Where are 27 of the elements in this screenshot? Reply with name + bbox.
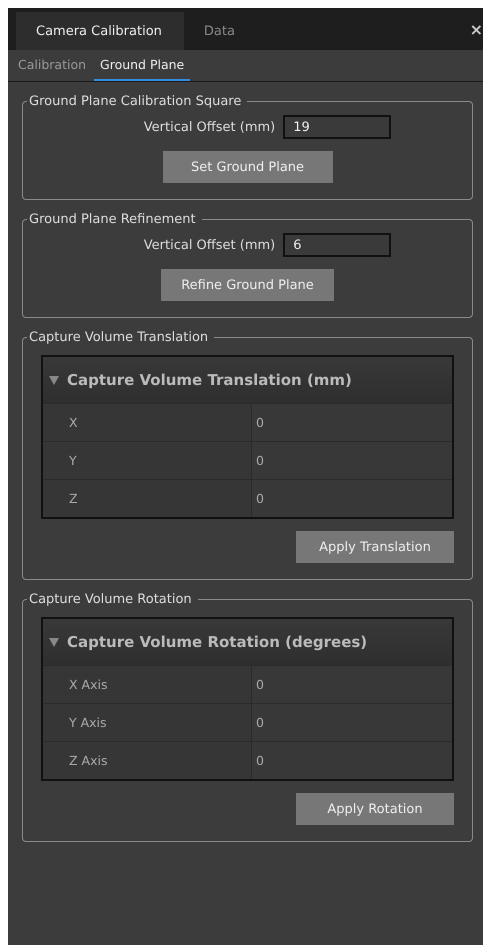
field-label: Vertical Offset (mm) (144, 238, 276, 252)
property-value[interactable]: 0 (251, 442, 452, 479)
table-header[interactable]: Capture Volume Rotation (degrees) (43, 619, 452, 665)
field-label: Vertical Offset (mm) (144, 120, 276, 134)
group-title: Ground Plane Refinement (28, 212, 197, 227)
sub-tab[interactable]: Ground Plane (94, 50, 190, 81)
offset-field[interactable]: 6 (283, 233, 392, 257)
tab[interactable]: Data (184, 12, 257, 50)
table-title: Capture Volume Translation (mm) (67, 371, 352, 389)
property-value[interactable]: 0 (251, 666, 452, 703)
group-title: Ground Plane Calibration Square (28, 94, 242, 109)
offset-field[interactable]: 19 (283, 115, 392, 139)
property-value[interactable]: 0 (251, 404, 452, 441)
group-title: Capture Volume Rotation (28, 592, 193, 607)
action-button[interactable]: Apply Rotation (296, 793, 454, 825)
action-button[interactable]: Apply Translation (296, 531, 454, 563)
table-header[interactable]: Capture Volume Translation (mm) (43, 357, 452, 403)
group-title: Capture Volume Translation (28, 330, 210, 345)
table-title: Capture Volume Rotation (degrees) (67, 633, 368, 651)
action-button[interactable]: Refine Ground Plane (161, 269, 334, 301)
close-button[interactable]: × (470, 20, 483, 39)
sub-tab[interactable]: Calibration (12, 50, 92, 81)
property-value[interactable]: 0 (251, 742, 452, 779)
action-button[interactable]: Set Ground Plane (162, 151, 332, 183)
tab[interactable]: Camera Calibration (16, 12, 184, 50)
property-value[interactable]: 0 (251, 704, 452, 741)
property-value[interactable]: 0 (251, 480, 452, 517)
